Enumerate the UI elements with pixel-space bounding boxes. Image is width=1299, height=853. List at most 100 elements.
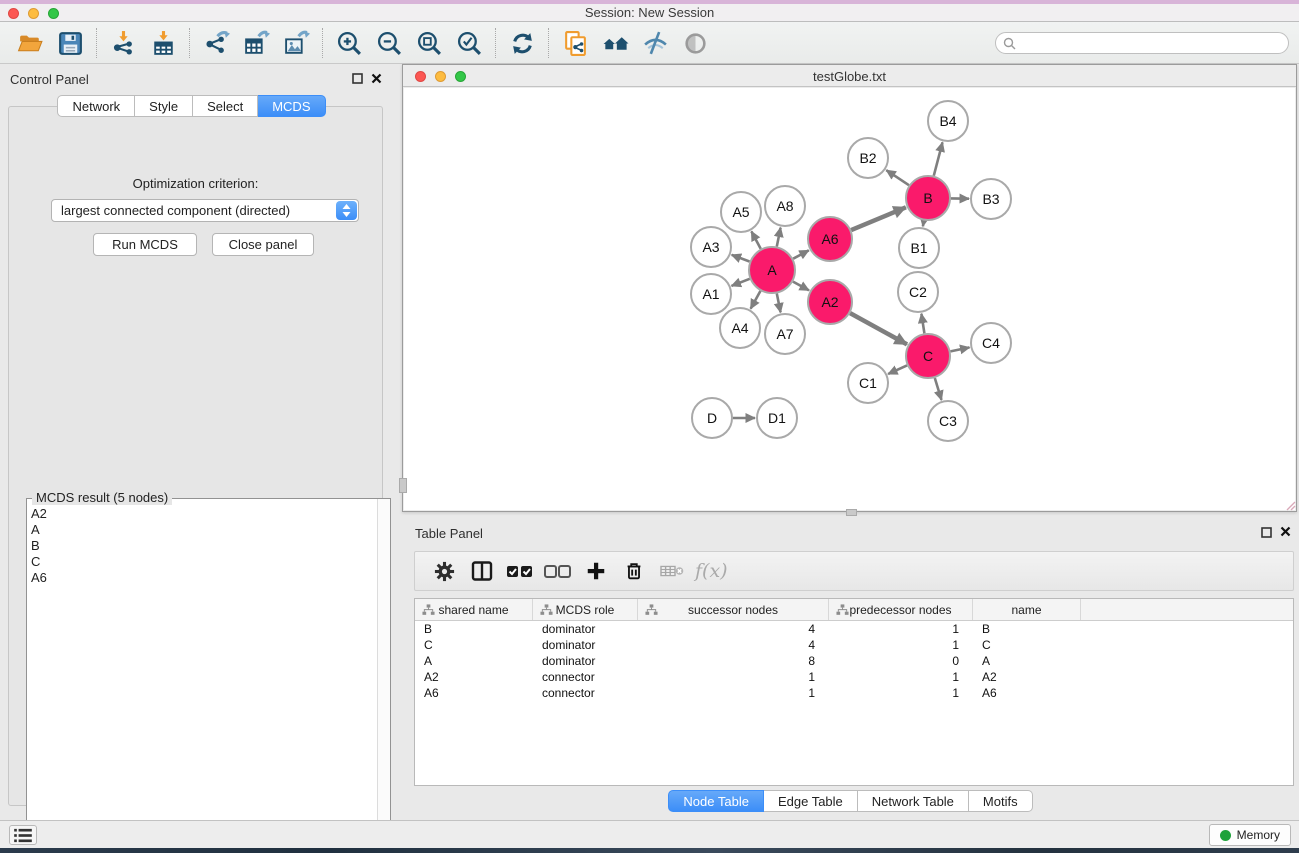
zoom-out-button[interactable]	[369, 25, 409, 61]
graph-node-A2[interactable]: A2	[808, 280, 852, 324]
mcds-result-item: A	[31, 522, 374, 538]
open-session-button[interactable]	[10, 25, 50, 61]
graph-node-B[interactable]: B	[906, 176, 950, 220]
table-cell: dominator	[533, 638, 638, 652]
graph-node-B4[interactable]: B4	[928, 101, 968, 141]
table-row[interactable]: Bdominator41B	[415, 621, 1293, 637]
show-details-button[interactable]	[675, 25, 715, 61]
graph-node-A3[interactable]: A3	[691, 227, 731, 267]
table-row[interactable]: Adominator80A	[415, 653, 1293, 669]
export-network-button[interactable]	[196, 25, 236, 61]
graph-node-A1[interactable]: A1	[691, 274, 731, 314]
edge-B-B4	[934, 142, 943, 175]
float-table-panel-icon[interactable]	[1261, 527, 1273, 539]
network-window-titlebar[interactable]: testGlobe.txt	[403, 65, 1296, 87]
import-network-button[interactable]	[103, 25, 143, 61]
run-mcds-button[interactable]: Run MCDS	[93, 233, 197, 256]
table-cell: 1	[829, 638, 973, 652]
tab-motifs[interactable]: Motifs	[969, 790, 1033, 812]
table-cell: dominator	[533, 654, 638, 668]
deselect-all-button[interactable]	[541, 554, 575, 588]
refresh-button[interactable]	[502, 25, 542, 61]
search-input[interactable]	[1020, 34, 1282, 52]
edge-A-A7	[777, 294, 781, 313]
graph-node-B1[interactable]: B1	[899, 228, 939, 268]
graph-node-A4[interactable]: A4	[720, 308, 760, 348]
mcds-result-scrollbar[interactable]	[377, 499, 390, 840]
resize-grip[interactable]	[1284, 499, 1296, 511]
column-header-predecessor-nodes[interactable]: predecessor nodes	[829, 599, 973, 620]
tab-network-table[interactable]: Network Table	[858, 790, 969, 812]
column-header-name[interactable]: name	[973, 599, 1081, 620]
table-row[interactable]: A6connector11A6	[415, 685, 1293, 701]
node-label: A	[767, 262, 777, 278]
graph-node-A7[interactable]: A7	[765, 314, 805, 354]
delete-column-button	[655, 554, 689, 588]
home-button[interactable]	[595, 25, 635, 61]
import-table-button[interactable]	[143, 25, 183, 61]
node-label: D1	[768, 410, 786, 426]
tab-select[interactable]: Select	[193, 95, 258, 117]
plus-button[interactable]	[579, 554, 613, 588]
tab-mcds[interactable]: MCDS	[258, 95, 325, 117]
zoom-fit-button[interactable]	[409, 25, 449, 61]
tab-node-table[interactable]: Node Table	[668, 790, 764, 812]
table-cell: 1	[829, 686, 973, 700]
select-all-button[interactable]	[503, 554, 537, 588]
export-table-button[interactable]	[236, 25, 276, 61]
graph-node-B2[interactable]: B2	[848, 138, 888, 178]
save-session-button[interactable]	[50, 25, 90, 61]
hide-details-button[interactable]	[635, 25, 675, 61]
table-row[interactable]: A2connector11A2	[415, 669, 1293, 685]
column-header-label: MCDS role	[556, 603, 615, 617]
close-panel-icon[interactable]	[371, 73, 383, 85]
close-table-panel-icon[interactable]	[1280, 526, 1292, 538]
horizontal-scrollbar[interactable]	[846, 509, 857, 516]
mcds-result-item: A6	[31, 570, 374, 586]
node-label: B4	[939, 113, 956, 129]
column-header-successor-nodes[interactable]: successor nodes	[638, 599, 829, 620]
table-cell: C	[415, 638, 533, 652]
graph-node-A6[interactable]: A6	[808, 217, 852, 261]
zoom-in-button[interactable]	[329, 25, 369, 61]
table-cell: 4	[638, 622, 829, 636]
graph-node-A8[interactable]: A8	[765, 186, 805, 226]
graph-node-D[interactable]: D	[692, 398, 732, 438]
tab-style[interactable]: Style	[135, 95, 193, 117]
column-header-label: name	[1011, 603, 1041, 617]
graph-node-D1[interactable]: D1	[757, 398, 797, 438]
float-panel-icon[interactable]	[352, 73, 364, 85]
graph-node-A5[interactable]: A5	[721, 192, 761, 232]
duplicate-network-button[interactable]	[555, 25, 595, 61]
edge-A-A3	[732, 255, 750, 262]
edge-C-C1	[888, 365, 907, 374]
close-panel-button[interactable]: Close panel	[212, 233, 314, 256]
node-table: shared name MCDS role successor nodesprede…	[414, 598, 1294, 786]
criterion-select[interactable]: largest connected component (directed)	[51, 199, 359, 222]
node-label: C	[923, 348, 933, 364]
memory-button[interactable]: Memory	[1209, 824, 1291, 846]
graph-node-C1[interactable]: C1	[848, 363, 888, 403]
graph-node-C[interactable]: C	[906, 334, 950, 378]
tab-network[interactable]: Network	[57, 95, 135, 117]
graph-node-C3[interactable]: C3	[928, 401, 968, 441]
table-row[interactable]: Cdominator41C	[415, 637, 1293, 653]
node-label: A3	[702, 239, 719, 255]
task-history-button[interactable]	[9, 825, 37, 845]
trash-button[interactable]	[617, 554, 651, 588]
zoom-fit-icon	[416, 30, 443, 57]
search-field[interactable]	[995, 32, 1289, 54]
vertical-scrollbar[interactable]	[399, 478, 407, 493]
graph-node-B3[interactable]: B3	[971, 179, 1011, 219]
graph-node-C2[interactable]: C2	[898, 272, 938, 312]
gear-button[interactable]	[427, 554, 461, 588]
tab-edge-table[interactable]: Edge Table	[764, 790, 858, 812]
network-canvas[interactable]: B4 B2 B B3 B1 A6 A5 A8 A3 A A1 C2 A2 A4 …	[404, 88, 1295, 510]
column-header-MCDS-role[interactable]: MCDS role	[533, 599, 638, 620]
export-image-button[interactable]	[276, 25, 316, 61]
zoom-selected-button[interactable]	[449, 25, 489, 61]
column-header-shared-name[interactable]: shared name	[415, 599, 533, 620]
columns-button[interactable]	[465, 554, 499, 588]
graph-node-A[interactable]: A	[749, 247, 795, 293]
graph-node-C4[interactable]: C4	[971, 323, 1011, 363]
